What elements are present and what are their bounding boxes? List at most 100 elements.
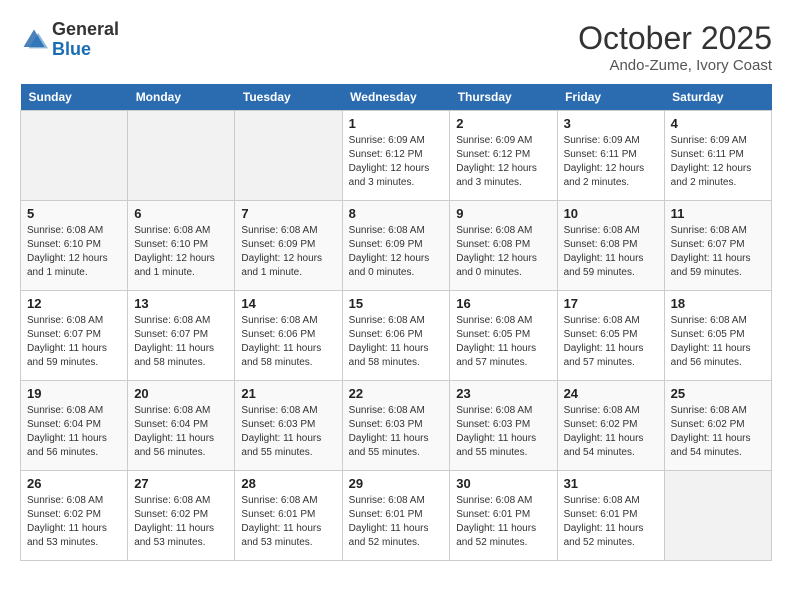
day-info: Sunrise: 6:08 AM Sunset: 6:08 PM Dayligh… <box>456 224 550 280</box>
day-number: 20 <box>134 386 228 401</box>
calendar-day-cell <box>664 471 771 561</box>
day-number: 28 <box>241 476 335 491</box>
day-info: Sunrise: 6:08 AM Sunset: 6:08 PM Dayligh… <box>564 224 658 280</box>
logo: General Blue <box>20 20 119 60</box>
calendar-week-row: 12 Sunrise: 6:08 AM Sunset: 6:07 PM Dayli… <box>21 291 772 381</box>
logo-icon <box>20 26 48 54</box>
calendar-day-cell: 8 Sunrise: 6:08 AM Sunset: 6:09 PM Daylig… <box>342 201 450 291</box>
day-info: Sunrise: 6:08 AM Sunset: 6:09 PM Dayligh… <box>241 224 335 280</box>
day-number: 13 <box>134 296 228 311</box>
calendar-day-cell: 17Sunrise: 6:08 AM Sunset: 6:05 PM Dayli… <box>557 291 664 381</box>
calendar-day-cell: 3Sunrise: 6:09 AM Sunset: 6:11 PM Daylig… <box>557 111 664 201</box>
day-info: Sunrise: 6:08 AM Sunset: 6:03 PM Dayligh… <box>456 404 550 460</box>
calendar-week-row: 5 Sunrise: 6:08 AM Sunset: 6:10 PM Daylig… <box>21 201 772 291</box>
day-info: Sunrise: 6:09 AM Sunset: 6:11 PM Dayligh… <box>671 134 765 190</box>
day-number: 4 <box>671 116 765 131</box>
day-number: 31 <box>564 476 658 491</box>
calendar-day-cell: 9 Sunrise: 6:08 AM Sunset: 6:08 PM Daylig… <box>450 201 557 291</box>
day-number: 16 <box>456 296 550 311</box>
calendar-day-cell: 2 Sunrise: 6:09 AM Sunset: 6:12 PM Daylig… <box>450 111 557 201</box>
day-number: 12 <box>27 296 121 311</box>
day-info: Sunrise: 6:08 AM Sunset: 6:04 PM Dayligh… <box>134 404 228 460</box>
location: Ando-Zume, Ivory Coast <box>578 57 772 74</box>
day-number: 14 <box>241 296 335 311</box>
day-info: Sunrise: 6:09 AM Sunset: 6:12 PM Dayligh… <box>456 134 550 190</box>
day-info: Sunrise: 6:08 AM Sunset: 6:07 PM Dayligh… <box>671 224 765 280</box>
day-info: Sunrise: 6:08 AM Sunset: 6:07 PM Dayligh… <box>27 314 121 370</box>
calendar-day-cell: 22Sunrise: 6:08 AM Sunset: 6:03 PM Dayli… <box>342 381 450 471</box>
calendar-week-row: 1 Sunrise: 6:09 AM Sunset: 6:12 PM Daylig… <box>21 111 772 201</box>
calendar-day-cell: 15 Sunrise: 6:08 AM Sunset: 6:06 PM Dayli… <box>342 291 450 381</box>
calendar-day-cell: 21Sunrise: 6:08 AM Sunset: 6:03 PM Dayli… <box>235 381 342 471</box>
weekday-header-friday: Friday <box>557 84 664 111</box>
calendar-day-cell: 16 Sunrise: 6:08 AM Sunset: 6:05 PM Dayli… <box>450 291 557 381</box>
day-number: 5 <box>27 206 121 221</box>
day-number: 2 <box>456 116 550 131</box>
calendar-day-cell: 14 Sunrise: 6:08 AM Sunset: 6:06 PM Dayli… <box>235 291 342 381</box>
calendar-day-cell: 4 Sunrise: 6:09 AM Sunset: 6:11 PM Daylig… <box>664 111 771 201</box>
day-info: Sunrise: 6:08 AM Sunset: 6:02 PM Dayligh… <box>671 404 765 460</box>
day-number: 9 <box>456 206 550 221</box>
day-info: Sunrise: 6:08 AM Sunset: 6:10 PM Dayligh… <box>27 224 121 280</box>
day-number: 1 <box>349 116 444 131</box>
calendar-day-cell: 25 Sunrise: 6:08 AM Sunset: 6:02 PM Dayli… <box>664 381 771 471</box>
day-info: Sunrise: 6:08 AM Sunset: 6:05 PM Dayligh… <box>456 314 550 370</box>
calendar-day-cell: 19Sunrise: 6:08 AM Sunset: 6:04 PM Dayli… <box>21 381 128 471</box>
day-info: Sunrise: 6:09 AM Sunset: 6:11 PM Dayligh… <box>564 134 658 190</box>
logo-general-text: General <box>52 19 119 39</box>
weekday-header-row: SundayMondayTuesdayWednesdayThursdayFrid… <box>21 84 772 111</box>
calendar-day-cell: 28 Sunrise: 6:08 AM Sunset: 6:01 PM Dayli… <box>235 471 342 561</box>
day-info: Sunrise: 6:08 AM Sunset: 6:06 PM Dayligh… <box>241 314 335 370</box>
month-title: October 2025 <box>578 20 772 57</box>
calendar-day-cell: 10 Sunrise: 6:08 AM Sunset: 6:08 PM Dayli… <box>557 201 664 291</box>
weekday-header-sunday: Sunday <box>21 84 128 111</box>
calendar-day-cell: 7 Sunrise: 6:08 AM Sunset: 6:09 PM Daylig… <box>235 201 342 291</box>
day-info: Sunrise: 6:09 AM Sunset: 6:12 PM Dayligh… <box>349 134 444 190</box>
day-number: 11 <box>671 206 765 221</box>
calendar-day-cell: 30 Sunrise: 6:08 AM Sunset: 6:01 PM Dayli… <box>450 471 557 561</box>
day-number: 8 <box>349 206 444 221</box>
day-number: 10 <box>564 206 658 221</box>
day-info: Sunrise: 6:08 AM Sunset: 6:07 PM Dayligh… <box>134 314 228 370</box>
day-info: Sunrise: 6:08 AM Sunset: 6:02 PM Dayligh… <box>564 404 658 460</box>
day-info: Sunrise: 6:08 AM Sunset: 6:03 PM Dayligh… <box>241 404 335 460</box>
day-number: 7 <box>241 206 335 221</box>
day-number: 30 <box>456 476 550 491</box>
day-info: Sunrise: 6:08 AM Sunset: 6:01 PM Dayligh… <box>564 494 658 550</box>
calendar-day-cell: 23Sunrise: 6:08 AM Sunset: 6:03 PM Dayli… <box>450 381 557 471</box>
day-info: Sunrise: 6:08 AM Sunset: 6:01 PM Dayligh… <box>241 494 335 550</box>
day-number: 19 <box>27 386 121 401</box>
day-number: 27 <box>134 476 228 491</box>
day-number: 26 <box>27 476 121 491</box>
logo-blue-text: Blue <box>52 39 91 59</box>
weekday-header-wednesday: Wednesday <box>342 84 450 111</box>
calendar-day-cell: 5 Sunrise: 6:08 AM Sunset: 6:10 PM Daylig… <box>21 201 128 291</box>
weekday-header-thursday: Thursday <box>450 84 557 111</box>
calendar-week-row: 26 Sunrise: 6:08 AM Sunset: 6:02 PM Dayli… <box>21 471 772 561</box>
calendar-day-cell: 20 Sunrise: 6:08 AM Sunset: 6:04 PM Dayli… <box>128 381 235 471</box>
calendar-day-cell <box>128 111 235 201</box>
calendar-week-row: 19 Sunrise: 6:08 AM Sunset: 6:04 PM Dayli… <box>21 381 772 471</box>
day-number: 15 <box>349 296 444 311</box>
weekday-header-saturday: Saturday <box>664 84 771 111</box>
day-info: Sunrise: 6:08 AM Sunset: 6:02 PM Dayligh… <box>134 494 228 550</box>
calendar-day-cell: 27 Sunrise: 6:08 AM Sunset: 6:02 PM Dayli… <box>128 471 235 561</box>
day-info: Sunrise: 6:08 AM Sunset: 6:02 PM Dayligh… <box>27 494 121 550</box>
calendar-day-cell: 12 Sunrise: 6:08 AM Sunset: 6:07 PM Dayli… <box>21 291 128 381</box>
day-info: Sunrise: 6:08 AM Sunset: 6:09 PM Dayligh… <box>349 224 444 280</box>
day-number: 25 <box>671 386 765 401</box>
day-info: Sunrise: 6:08 AM Sunset: 6:06 PM Dayligh… <box>349 314 444 370</box>
calendar-day-cell: 29 Sunrise: 6:08 AM Sunset: 6:01 PM Dayli… <box>342 471 450 561</box>
header: General Blue October 2025 Ando-Zume, Ivo… <box>20 20 772 74</box>
day-info: Sunrise: 6:08 AM Sunset: 6:01 PM Dayligh… <box>456 494 550 550</box>
day-number: 18 <box>671 296 765 311</box>
weekday-header-monday: Monday <box>128 84 235 111</box>
calendar-day-cell: 18Sunrise: 6:08 AM Sunset: 6:05 PM Dayli… <box>664 291 771 381</box>
calendar-day-cell: 31 Sunrise: 6:08 AM Sunset: 6:01 PM Dayli… <box>557 471 664 561</box>
day-info: Sunrise: 6:08 AM Sunset: 6:01 PM Dayligh… <box>349 494 444 550</box>
calendar-day-cell: 24Sunrise: 6:08 AM Sunset: 6:02 PM Dayli… <box>557 381 664 471</box>
calendar-table: SundayMondayTuesdayWednesdayThursdayFrid… <box>20 84 772 561</box>
day-info: Sunrise: 6:08 AM Sunset: 6:05 PM Dayligh… <box>564 314 658 370</box>
day-info: Sunrise: 6:08 AM Sunset: 6:10 PM Dayligh… <box>134 224 228 280</box>
day-number: 29 <box>349 476 444 491</box>
